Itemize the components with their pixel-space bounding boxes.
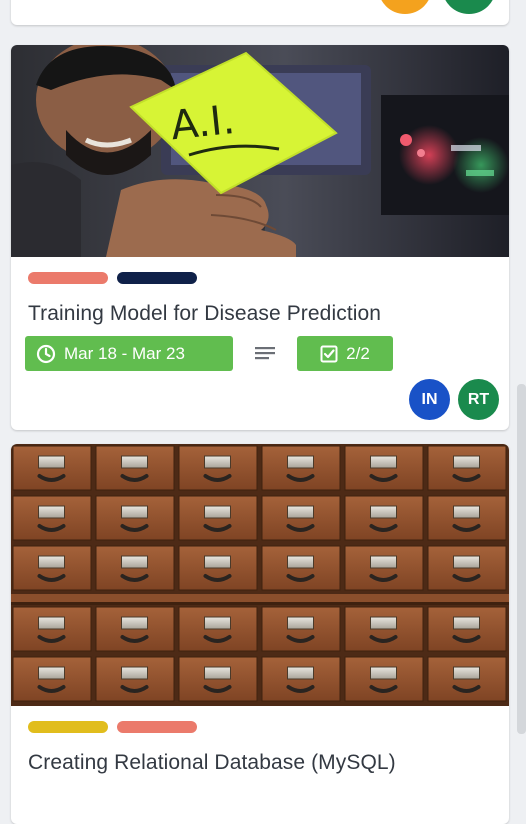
member-avatar-green[interactable]: [442, 0, 496, 14]
card-relational-database[interactable]: Creating Relational Database (MySQL): [11, 444, 509, 824]
list-scrollbar[interactable]: [517, 384, 526, 734]
avatar-initials: IN: [421, 390, 438, 408]
card-title[interactable]: Training Model for Disease Prediction: [28, 299, 498, 329]
card-cover-image: A.I.: [11, 45, 509, 257]
description-icon: [254, 346, 276, 362]
member-avatar-orange[interactable]: [378, 0, 432, 14]
card-labels: [28, 721, 197, 733]
checklist-count: 2/2: [346, 343, 370, 363]
member-avatar-in[interactable]: IN: [409, 379, 450, 420]
label-navy[interactable]: [117, 272, 197, 284]
checklist-badge[interactable]: 2/2: [297, 336, 393, 371]
card-previous[interactable]: [11, 0, 509, 25]
due-date-badge[interactable]: Mar 18 - Mar 23: [25, 336, 233, 371]
card-catalog-drawers-photo: [11, 444, 509, 706]
card-title[interactable]: Creating Relational Database (MySQL): [28, 748, 498, 778]
due-date-text: Mar 18 - Mar 23: [64, 343, 185, 363]
card-badges: Mar 18 - Mar 23 2/2: [25, 336, 393, 371]
sticky-note-text: A.I.: [169, 97, 237, 149]
checklist-icon: [320, 345, 338, 362]
card-list: A.I. Training Model for Disease Predicti…: [0, 0, 526, 824]
label-salmon[interactable]: [28, 272, 108, 284]
label-yellow[interactable]: [28, 721, 108, 733]
label-salmon[interactable]: [117, 721, 197, 733]
clock-icon: [36, 344, 56, 363]
member-avatar-rt[interactable]: RT: [458, 379, 499, 420]
ai-sticky-note-photo: A.I.: [11, 45, 509, 257]
card-labels: [28, 272, 197, 284]
card-members: IN RT: [409, 379, 499, 420]
card-disease-prediction[interactable]: A.I. Training Model for Disease Predicti…: [11, 45, 509, 430]
card-cover-image: [11, 444, 509, 706]
avatar-initials: RT: [467, 390, 490, 408]
